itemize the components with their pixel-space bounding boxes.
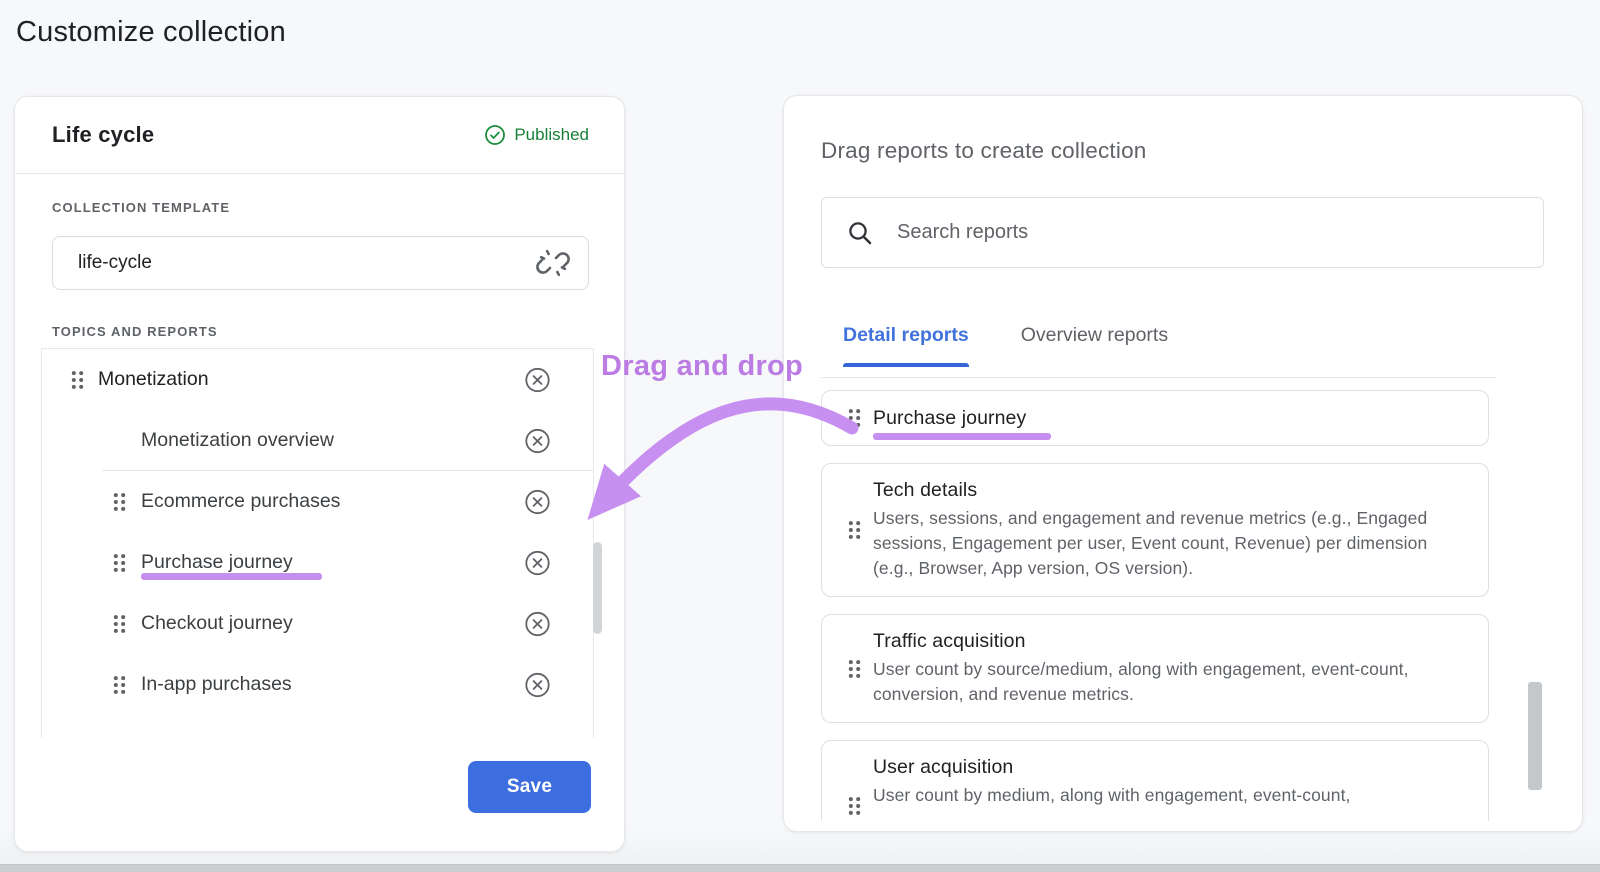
remove-button[interactable]: [524, 488, 551, 515]
drag-handle-icon[interactable]: [847, 796, 862, 817]
drag-handle-icon[interactable]: [847, 658, 862, 679]
drag-handle-icon[interactable]: [112, 491, 127, 512]
collection-template-input[interactable]: [52, 236, 589, 290]
collection-template-label: COLLECTION TEMPLATE: [52, 200, 231, 215]
drag-and-drop-annotation: Drag and drop: [601, 350, 804, 382]
report-card[interactable]: Traffic acquisition User count by source…: [821, 614, 1489, 723]
report-card[interactable]: Purchase journey: [821, 390, 1489, 446]
x-circle-icon: [525, 367, 550, 392]
remove-button[interactable]: [524, 671, 551, 698]
topic-row[interactable]: Monetization overview: [42, 410, 593, 471]
search-box: [821, 197, 1544, 268]
report-library-title: Drag reports to create collection: [821, 138, 1147, 163]
collection-editor-card: Life cycle Published COLLECTION TEMPLATE…: [14, 96, 625, 852]
purple-highlight-underline: [141, 573, 322, 580]
report-tab[interactable]: Overview reports: [1021, 324, 1168, 367]
report-card-title: Tech details: [873, 479, 978, 501]
topics-scrollbar-thumb[interactable]: [593, 542, 602, 634]
drag-handle-icon[interactable]: [112, 552, 127, 573]
x-circle-icon: [525, 428, 550, 453]
save-button[interactable]: Save: [468, 761, 591, 813]
page-title: Customize collection: [16, 16, 286, 48]
report-card-title: Traffic acquisition: [873, 630, 1026, 652]
remove-button[interactable]: [524, 610, 551, 637]
topic-row-label: Monetization overview: [141, 429, 334, 451]
topic-row[interactable]: Checkout journey: [42, 593, 593, 654]
published-badge: Published: [484, 124, 589, 146]
topic-row-label: Ecommerce purchases: [141, 490, 341, 512]
topic-row-label: Monetization: [98, 368, 209, 390]
topic-row[interactable]: Monetization: [42, 349, 593, 410]
published-label: Published: [514, 125, 589, 144]
remove-button[interactable]: [524, 549, 551, 576]
drag-handle-icon[interactable]: [847, 520, 862, 541]
topic-row[interactable]: In-app purchases: [42, 654, 593, 715]
topic-row-label: In-app purchases: [141, 673, 292, 695]
remove-button[interactable]: [524, 427, 551, 454]
link-off-icon[interactable]: [535, 245, 571, 281]
search-input[interactable]: [897, 199, 1517, 266]
topic-row-label: Checkout journey: [141, 612, 293, 634]
report-tabs: Detail reports Overview reports: [843, 324, 1168, 367]
topic-row[interactable]: Ecommerce purchases: [42, 471, 593, 532]
drag-handle-icon[interactable]: [112, 674, 127, 695]
search-icon: [849, 222, 872, 245]
topics-list: Monetization Monetization overview Ecomm…: [41, 348, 594, 738]
report-card-title: User acquisition: [873, 756, 1014, 778]
tabs-divider: [821, 377, 1497, 378]
drag-handle-icon[interactable]: [847, 408, 862, 429]
topic-row-label: Purchase journey: [141, 551, 293, 573]
topic-row[interactable]: Purchase journey: [42, 532, 593, 593]
drag-handle-icon[interactable]: [70, 369, 85, 390]
x-circle-icon: [525, 611, 550, 636]
topics-and-reports-label: TOPICS AND REPORTS: [52, 324, 218, 339]
report-card-description: User count by source/medium, along with …: [873, 659, 1409, 704]
drag-handle-icon[interactable]: [112, 613, 127, 634]
collection-header: Life cycle Published: [15, 97, 624, 174]
report-card-title: Purchase journey: [873, 406, 1027, 429]
window-bottom-edge: [0, 864, 1600, 872]
x-circle-icon: [525, 489, 550, 514]
collection-title: Life cycle: [52, 122, 155, 147]
report-card[interactable]: User acquisition User count by medium, a…: [821, 740, 1489, 821]
check-circle-icon: [485, 125, 506, 145]
x-circle-icon: [525, 672, 550, 697]
report-card-description: Users, sessions, and engagement and reve…: [873, 508, 1428, 578]
reports-scrollbar-thumb[interactable]: [1528, 682, 1542, 790]
report-library-card: Drag reports to create collection Detail…: [783, 95, 1583, 832]
report-card-description: User count by medium, along with engagem…: [873, 785, 1351, 805]
purple-highlight-underline: [873, 433, 1051, 440]
reports-list: Purchase journey Tech details Users, ses…: [821, 390, 1489, 821]
remove-button[interactable]: [524, 366, 551, 393]
report-tab[interactable]: Detail reports: [843, 324, 969, 367]
x-circle-icon: [525, 550, 550, 575]
report-card[interactable]: Tech details Users, sessions, and engage…: [821, 463, 1489, 597]
